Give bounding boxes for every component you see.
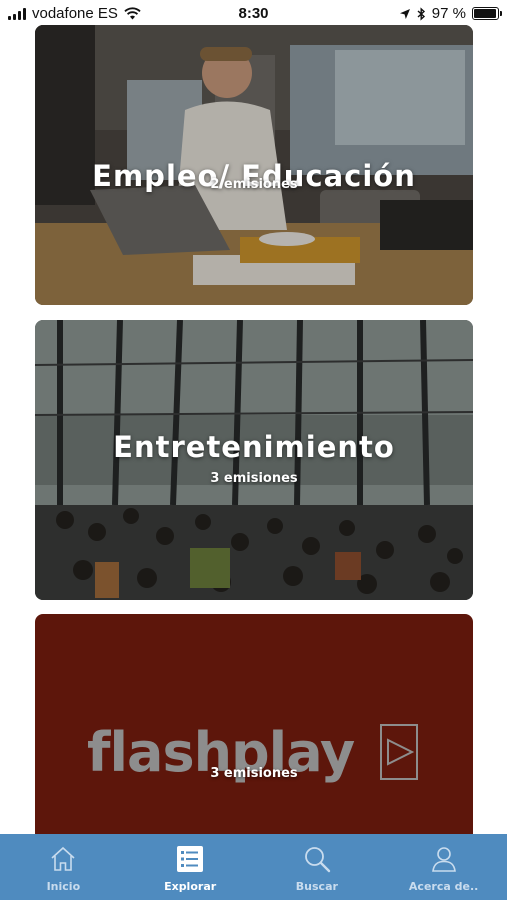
user-icon xyxy=(431,847,456,872)
status-bar: vodafone ES 8:30 97 % xyxy=(0,0,507,26)
tab-inicio[interactable]: Inicio xyxy=(0,834,127,900)
search-icon xyxy=(304,847,331,873)
card-subtitle: 3 emisiones xyxy=(210,766,298,781)
battery-percentage: 97 % xyxy=(431,5,466,22)
tab-bar: Inicio Explorar Buscar Acerca de.. xyxy=(0,834,507,900)
tab-label: Buscar xyxy=(295,880,338,893)
category-card-entretenimiento[interactable]: Entretenimiento 3 emisiones xyxy=(35,320,473,600)
category-card-empleo-educacion[interactable]: Empleo/ Educación 2 emisiones xyxy=(35,25,473,305)
card-title: Entretenimiento xyxy=(113,430,395,464)
tab-buscar[interactable]: Buscar xyxy=(254,834,381,900)
tab-label: Explorar xyxy=(164,880,217,893)
category-card-flashplay[interactable]: flashplay 3 emisiones xyxy=(35,614,473,854)
home-icon xyxy=(51,846,75,871)
status-right: 97 % xyxy=(399,5,502,22)
tab-explorar[interactable]: Explorar xyxy=(127,834,254,900)
card-subtitle: 3 emisiones xyxy=(210,471,298,486)
card-subtitle: 2 emisiones xyxy=(210,177,298,192)
location-icon xyxy=(399,8,410,19)
tab-label: Acerca de.. xyxy=(408,880,479,893)
bluetooth-icon xyxy=(417,6,425,21)
tab-label: Inicio xyxy=(46,880,81,893)
tab-acerca-de[interactable]: Acerca de.. xyxy=(380,834,507,900)
battery-icon xyxy=(472,7,502,20)
list-icon xyxy=(177,846,204,872)
battery-level-fill xyxy=(474,9,497,18)
